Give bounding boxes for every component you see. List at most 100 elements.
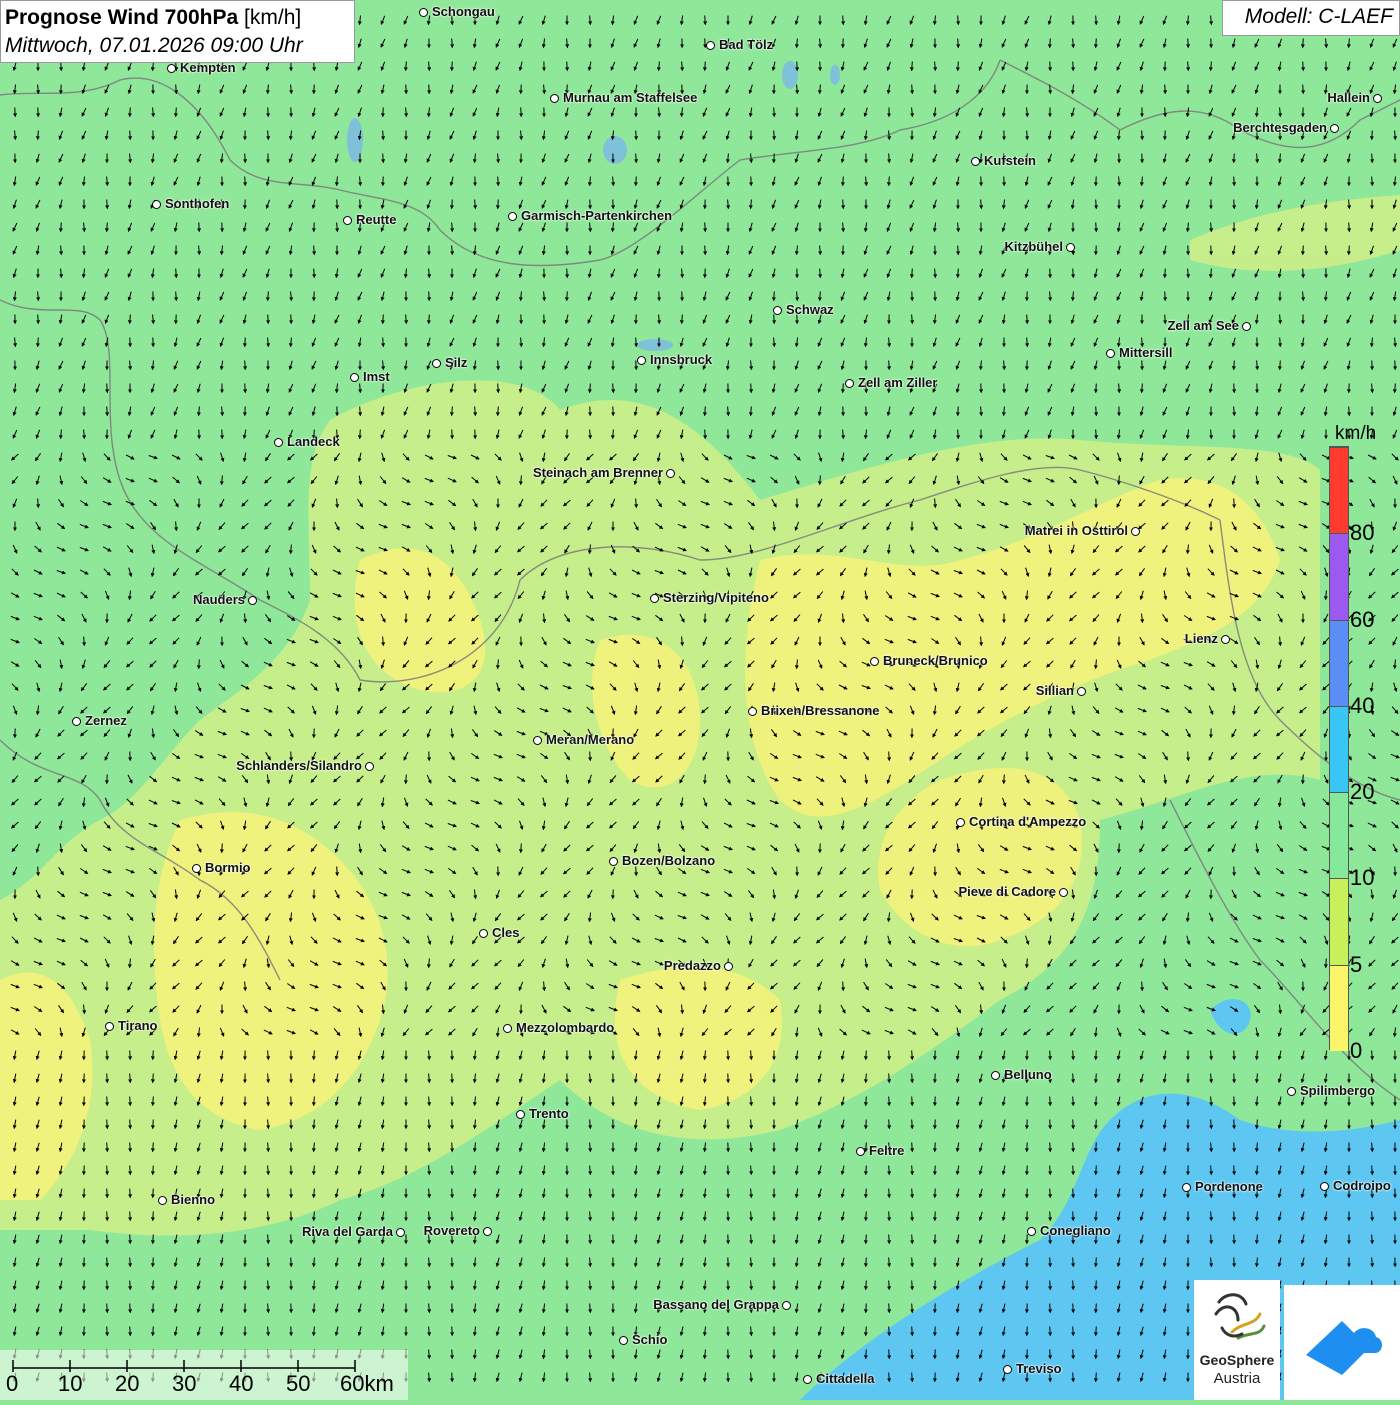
wind-arrow [1096,39,1097,48]
wind-arrow [774,108,775,117]
wind-arrow [1050,1120,1051,1129]
wind-arrow [153,1051,154,1060]
wind-arrow [889,1304,890,1313]
city-label: Meran/Merano [546,732,634,747]
city-label: Berchtesgaden [1233,120,1327,135]
wind-arrow [130,1327,131,1336]
wind-arrow [889,1212,890,1221]
wind-arrow [153,1235,154,1244]
wind-arrow [130,1120,131,1129]
wind-arrow [751,384,752,393]
city-marker-icon [845,379,854,388]
wind-arrow [843,177,844,186]
city-label: Matrei in Osttirol [1025,523,1128,538]
wind-arrow [843,16,844,25]
wind-arrow [1073,1166,1074,1175]
wind-arrow [360,407,361,416]
wind-arrow [176,85,177,94]
wind-arrow [61,246,62,255]
wind-arrow [567,246,568,255]
geosphere-country: Austria [1194,1370,1280,1387]
wind-arrow [1096,1281,1097,1290]
wind-arrow [912,1051,913,1060]
wind-arrow [383,154,384,163]
wind-arrow [130,1235,131,1244]
wind-arrow [1234,200,1235,209]
city-marker-icon [870,657,879,666]
wind-arrow [912,1258,913,1267]
wind-arrow [1096,384,1097,393]
wind-arrow [1165,269,1166,278]
city-marker-icon [72,717,81,726]
city-marker-icon [1027,1227,1036,1236]
wind-arrow [912,85,913,94]
legend-segment [1330,792,1348,878]
wind-arrow [130,1189,131,1198]
city-marker-icon [550,94,559,103]
wind-arrow [567,292,568,301]
city-label: Zernez [85,713,127,728]
wind-arrow [843,200,844,209]
wind-arrow [912,1373,913,1382]
wind-arrow [889,1281,890,1290]
geosphere-logo[interactable]: GeoSphere Austria [1194,1280,1280,1400]
city-marker-icon [192,864,201,873]
wind-arrow [1050,1166,1051,1175]
city-label: Innsbruck [650,352,712,367]
wind-arrow [498,200,499,209]
city-label: Bassano del Grappa [653,1297,779,1312]
wind-arrow [866,1143,867,1152]
wind-arrow [107,1235,108,1244]
wind-arrow [153,1304,154,1313]
wind-arrow [1027,338,1028,347]
wind-arrow [889,1235,890,1244]
wind-arrow [153,1189,154,1198]
city-marker-icon [508,212,517,221]
wind-arrow [521,108,522,117]
city-label: Riva del Garda [302,1224,393,1239]
wind-arrow [130,1097,131,1106]
wind-arrow [314,269,315,278]
wind-arrow [107,223,108,232]
wind-arrow [107,1120,108,1129]
wind-arrow [1073,1350,1074,1359]
wind-arrow [107,1212,108,1221]
cloud-app-icon [1284,1285,1400,1400]
wind-arrow [958,269,959,278]
city-label: Belluno [1004,1067,1052,1082]
wind-arrow [130,1281,131,1290]
wind-arrow [1050,1350,1051,1359]
wind-arrow [705,246,706,255]
wind-arrow [1096,1304,1097,1313]
city-label: Rovereto [424,1223,480,1238]
wind-arrow [130,1051,131,1060]
city-label: Bruneck/Brunico [883,653,988,668]
wind-arrow [1096,1189,1097,1198]
city-marker-icon [365,762,374,771]
wind-arrow [889,1350,890,1359]
wind-arrow [958,246,959,255]
wind-arrow [705,223,706,232]
wind-arrow [1027,131,1028,140]
wind-arrow [130,108,131,117]
wind-arrow [705,430,706,439]
wind-arrow [1096,1373,1097,1382]
legend-tick-label: 40 [1350,693,1374,719]
wind-arrow [636,361,637,370]
wind-arrow [498,177,499,186]
wind-arrow [452,223,453,232]
city-marker-icon [274,438,283,447]
wind-arrow [130,1143,131,1152]
city-marker-icon [724,962,733,971]
city-marker-icon [167,64,176,73]
city-label: Garmisch-Partenkirchen [521,208,672,223]
wind-arrow [866,1074,867,1083]
app-logo[interactable] [1284,1285,1400,1400]
wind-arrow [889,1189,890,1198]
wind-arrow [889,1051,890,1060]
city-marker-icon [248,596,257,605]
wind-arrow [107,1097,108,1106]
wind-arrow [1096,1212,1097,1221]
color-legend: km/h 806040201050 [1321,420,1387,1052]
city-marker-icon [1373,94,1382,103]
